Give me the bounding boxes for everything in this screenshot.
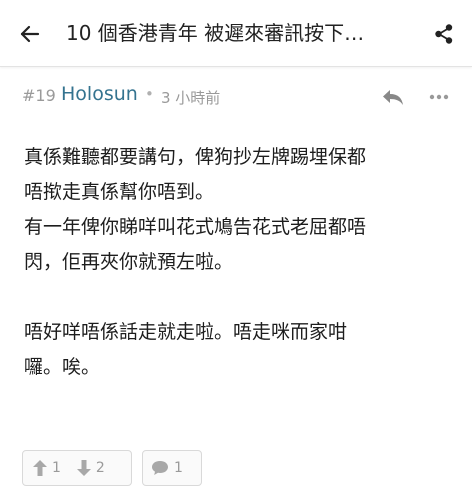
upvote-button[interactable]: 1 (23, 451, 67, 485)
post-number: #19 (22, 86, 56, 105)
post-line: 唔好咩唔係話走就走啦。唔走咪而家咁 (24, 321, 348, 343)
username-link[interactable]: Holosun (61, 83, 138, 105)
back-button[interactable] (14, 18, 46, 50)
share-icon (435, 24, 453, 44)
reply-button[interactable] (378, 84, 408, 110)
post-line: 有一年俾你睇咩叫花式鳩告花式老屈都唔 (24, 216, 367, 238)
post-line: 唔揿走真係幫你唔到。 (24, 181, 215, 203)
vote-group: 1 2 (22, 450, 132, 486)
upvote-count: 1 (52, 460, 61, 476)
post-line: 囉。唉。 (24, 356, 101, 378)
post-actions: 1 2 1 (22, 450, 462, 486)
more-options-button[interactable] (424, 84, 454, 110)
arrow-down-icon (76, 460, 91, 476)
comment-count: 1 (174, 460, 183, 476)
share-button[interactable] (428, 18, 460, 50)
comment-group: 1 (142, 450, 202, 486)
post-time: 3 小時前 (161, 89, 221, 107)
meta-separator: • (145, 85, 154, 103)
downvote-count: 2 (95, 460, 105, 476)
comment-icon (152, 461, 168, 475)
arrow-up-icon (33, 460, 47, 476)
post-line: 閃，佢再夾你就預左啦。 (24, 251, 234, 273)
comment-button[interactable]: 1 (143, 451, 191, 485)
post-content: 真係難聽都要講句，俾狗抄左牌踢埋保都 唔揿走真係幫你唔到。 有一年俾你睇咩叫花式… (24, 140, 454, 385)
post-blank-line (24, 280, 454, 315)
more-horizontal-icon (429, 94, 449, 100)
arrow-left-icon (20, 25, 40, 43)
reply-icon (383, 90, 403, 105)
downvote-button[interactable]: 2 (67, 451, 111, 485)
post-line: 真係難聽都要講句，俾狗抄左牌踢埋保都 (24, 146, 367, 168)
post-meta: #19 Holosun • 3 小時前 (0, 80, 472, 112)
top-app-bar: 10 個香港青年 被遲來審訊按下… (0, 0, 472, 67)
thread-title: 10 個香港青年 被遲來審訊按下… (66, 21, 365, 45)
